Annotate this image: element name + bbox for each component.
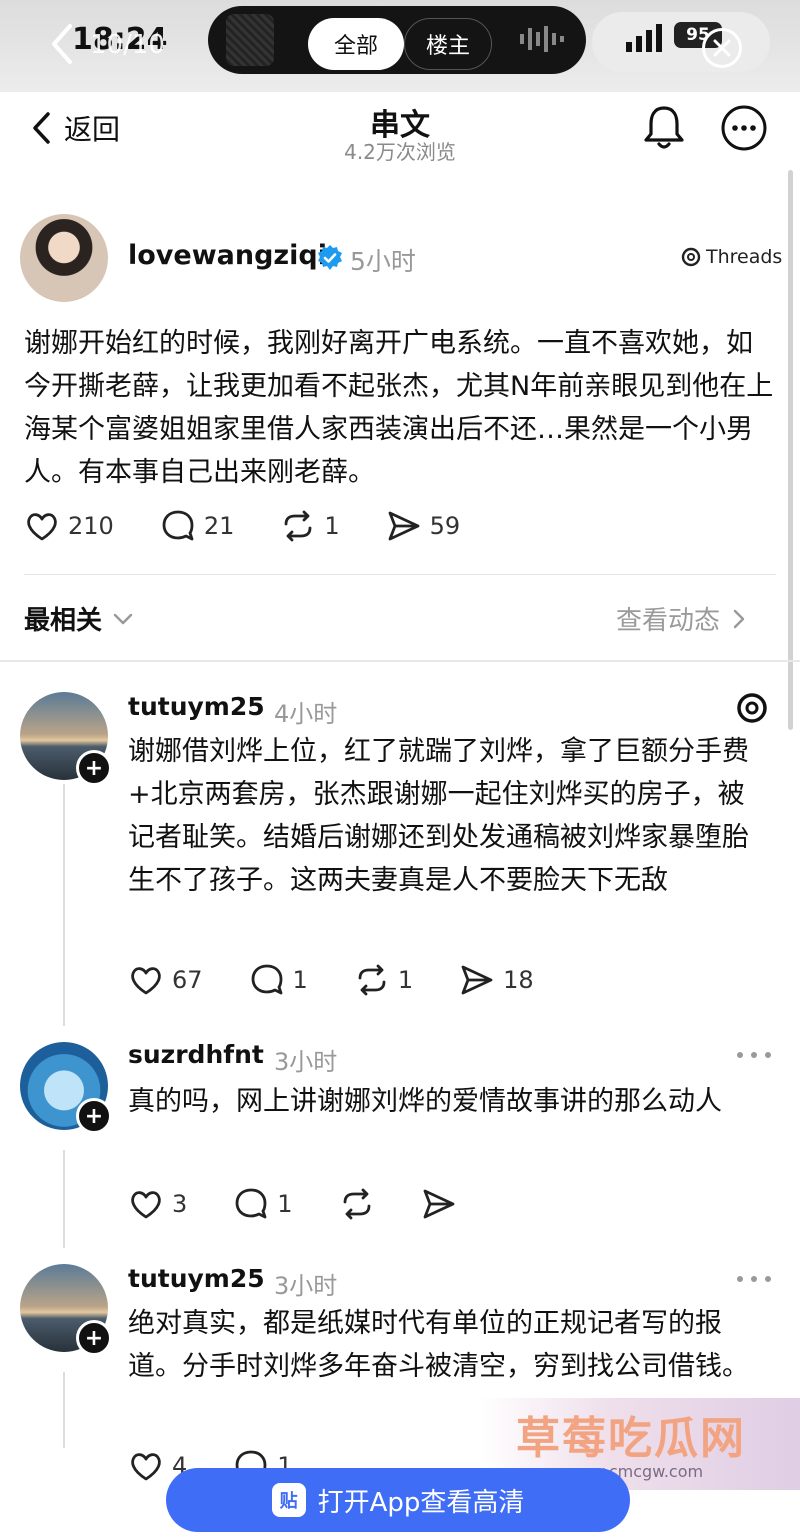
bell-icon[interactable] — [640, 102, 688, 152]
reply-count: 1 — [277, 1190, 293, 1218]
like-button[interactable]: 210 — [24, 508, 114, 544]
view-activity-link[interactable]: 查看动态 — [616, 600, 746, 637]
close-icon[interactable] — [702, 28, 742, 68]
heart-icon — [131, 967, 161, 995]
comment-icon — [235, 1188, 267, 1219]
comment-icon — [162, 510, 194, 541]
repost-count: 1 — [397, 966, 414, 994]
repost-icon — [358, 964, 386, 996]
reply-count: 21 — [203, 512, 235, 540]
threads-logo-icon[interactable] — [734, 690, 770, 726]
like-button[interactable]: 67 — [128, 962, 203, 998]
post-actions: 210 21 1 59 — [24, 508, 506, 544]
filter-host-tab[interactable]: 楼主 — [404, 18, 492, 70]
reply-button[interactable]: 1 — [249, 962, 308, 998]
repost-button[interactable]: 1 — [354, 962, 413, 998]
verified-badge-icon — [318, 245, 342, 270]
thread-line — [63, 784, 65, 1026]
post-username[interactable]: lovewangziqi — [128, 240, 327, 271]
avatar[interactable] — [20, 214, 108, 302]
chevron-right-icon — [733, 609, 745, 628]
send-icon — [423, 1189, 454, 1219]
comment-actions: 67 1 1 18 — [128, 962, 580, 998]
comment-time: 3小时 — [274, 1272, 338, 1300]
share-button[interactable] — [421, 1186, 457, 1222]
share-count: 59 — [429, 512, 461, 540]
thumbnail — [226, 14, 274, 66]
back-button[interactable]: 返回 — [30, 108, 120, 148]
comment-body: 绝对真实，都是纸媒时代有单位的正规记者写的报道。分手时刘烨多年奋斗被清空，穷到找… — [128, 1308, 749, 1382]
comment-username[interactable]: suzrdhfnt — [128, 1040, 264, 1069]
repost-button[interactable] — [339, 1186, 375, 1222]
open-app-label: 打开App查看高清 — [317, 1487, 525, 1518]
post-body: 谢娜开始红的时候，我刚好离开广电系统。一直不喜欢她，如今开撕老薛，让我更加看不起… — [24, 328, 774, 488]
share-count: 18 — [503, 966, 534, 994]
comment-username[interactable]: tutuym25 — [128, 692, 265, 721]
section-divider — [0, 660, 800, 662]
heart-icon — [27, 513, 57, 541]
follow-button[interactable]: + — [76, 750, 112, 786]
chevron-left-icon — [33, 112, 50, 144]
open-app-button[interactable]: 贴 打开App查看高清 — [166, 1468, 630, 1532]
share-button[interactable]: 18 — [459, 962, 534, 998]
status-overlay: 18:24 10/10 全部 楼主 95 — [0, 0, 800, 92]
thread-line — [63, 1150, 65, 1248]
send-icon — [388, 511, 420, 541]
heart-icon — [131, 1191, 161, 1219]
filter-all-tab[interactable]: 全部 — [308, 18, 404, 70]
more-options-icon[interactable] — [734, 1050, 774, 1060]
reply-button[interactable]: 21 — [160, 508, 235, 544]
repost-icon — [284, 510, 312, 542]
more-options-icon[interactable] — [734, 1274, 774, 1284]
comment-body: 真的吗，网上讲谢娜刘烨的爱情故事讲的那么动人 — [128, 1086, 722, 1117]
follow-button[interactable]: + — [76, 1320, 112, 1356]
comment-icon — [251, 964, 282, 995]
app-icon: 贴 — [271, 1483, 306, 1517]
activity-label: 查看动态 — [616, 606, 721, 636]
like-count: 210 — [68, 512, 114, 540]
audio-wave-icon — [520, 26, 564, 52]
comment-body: 谢娜借刘烨上位，红了就踹了刘烨，拿了巨额分手费+北京两套房，张杰跟谢娜一起住刘烨… — [128, 736, 749, 896]
source-label: Threads — [706, 246, 783, 268]
signal-icon — [626, 24, 662, 52]
sort-dropdown[interactable]: 最相关 — [24, 600, 134, 637]
watermark-title: 草莓吃瓜网 — [516, 1413, 746, 1464]
scrollbar[interactable] — [788, 170, 793, 730]
thread-line — [63, 1372, 65, 1448]
source-tag: Threads — [680, 246, 782, 268]
comment-time: 3小时 — [274, 1048, 338, 1076]
like-button[interactable]: 3 — [128, 1186, 187, 1222]
threads-logo-icon — [681, 247, 701, 267]
comment-actions: 3 1 — [128, 1186, 503, 1222]
view-count: 4.2万次浏览 — [344, 140, 456, 164]
follow-button[interactable]: + — [76, 1098, 112, 1134]
comment-username[interactable]: tutuym25 — [128, 1264, 265, 1293]
reply-count: 1 — [292, 966, 308, 994]
image-counter: 10/10 — [90, 30, 165, 60]
more-options-icon[interactable] — [720, 104, 768, 152]
repost-button[interactable]: 1 — [280, 508, 340, 544]
post-time: 5小时 — [350, 247, 416, 276]
heart-icon — [131, 1453, 161, 1481]
sort-label: 最相关 — [24, 606, 103, 636]
repost-count: 1 — [324, 512, 340, 540]
reply-button[interactable]: 1 — [233, 1186, 293, 1222]
comment-time: 4小时 — [274, 700, 338, 728]
back-label: 返回 — [64, 113, 121, 146]
send-icon — [461, 965, 493, 995]
repost-icon — [343, 1188, 370, 1220]
like-count: 67 — [172, 966, 203, 994]
like-count: 3 — [172, 1190, 188, 1218]
chevron-down-icon — [113, 613, 133, 624]
divider — [24, 574, 776, 575]
share-button[interactable]: 59 — [386, 508, 461, 544]
